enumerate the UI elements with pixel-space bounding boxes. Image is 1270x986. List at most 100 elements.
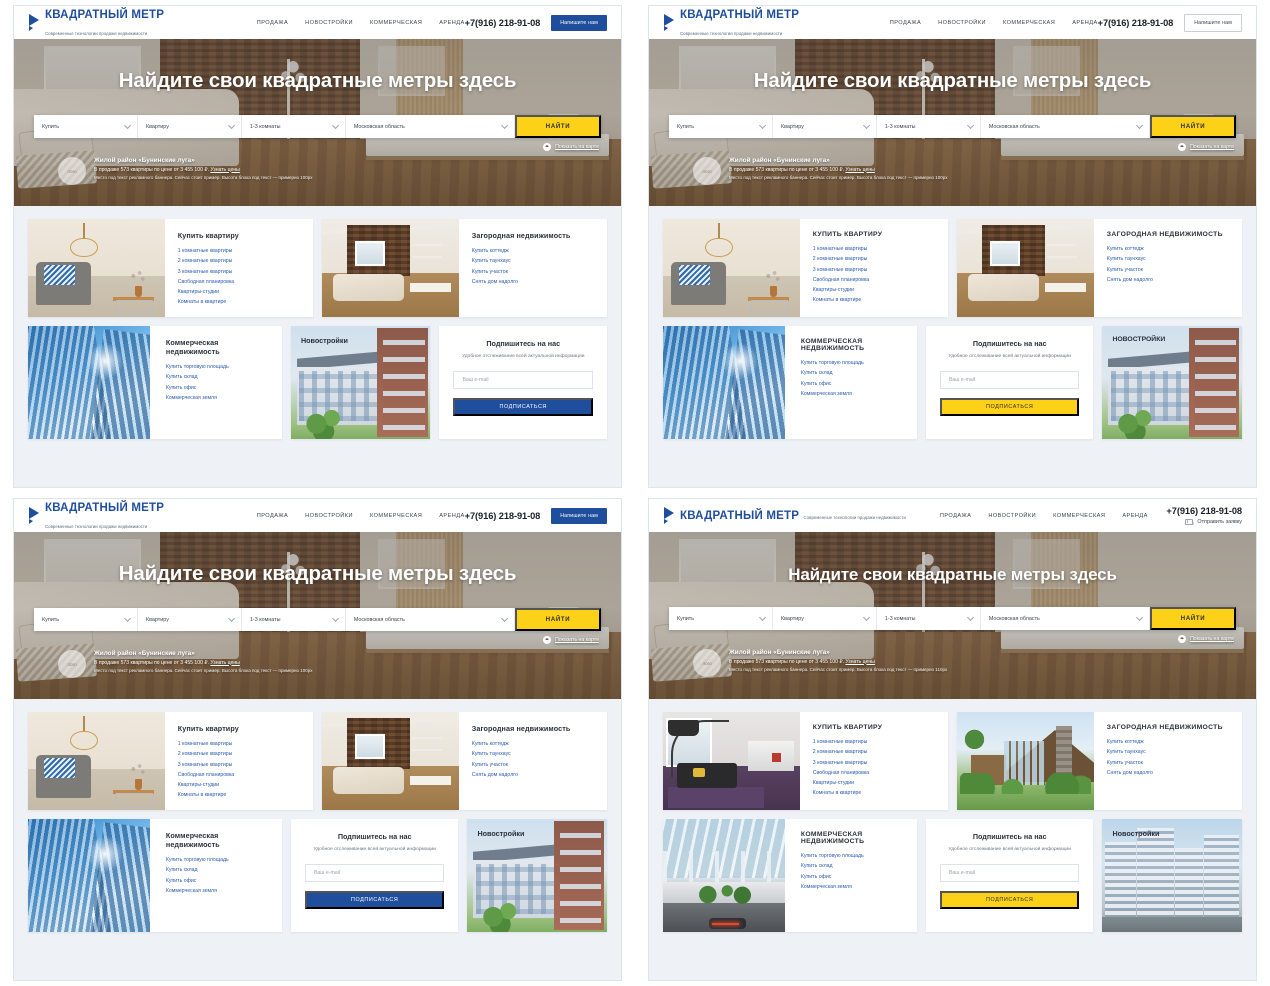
nav-item-arenda[interactable]: АРЕНДА (439, 513, 464, 519)
logo[interactable]: КВАДРАТНЫЙ МЕТР Современные технологии п… (663, 6, 856, 39)
card-buy-apartment[interactable]: Купить квартиру 1 комнатные квартиры 2 к… (663, 712, 948, 810)
subscribe-email-input[interactable]: Ваш e-mail (939, 864, 1080, 883)
phone-number[interactable]: +7(916) 218-91-08 (465, 18, 541, 28)
list-item[interactable]: 3 комнатные квартиры (813, 267, 937, 273)
property-type-select[interactable]: Квартиру (773, 115, 877, 138)
region-select[interactable]: Московская область (981, 115, 1151, 138)
nav-item-novostroyki[interactable]: НОВОСТРОЙКИ (988, 513, 1036, 519)
promo-price-link[interactable]: Узнать цены (845, 167, 874, 173)
list-item[interactable]: Снять дом надолго (472, 279, 596, 285)
list-item[interactable]: Снять дом надолго (1107, 277, 1231, 283)
list-item[interactable]: Купить склад (801, 863, 906, 869)
property-type-select[interactable]: Квартиру (138, 115, 242, 138)
list-item[interactable]: Купить коттедж (1107, 246, 1231, 252)
list-item[interactable]: Купить коттедж (1107, 739, 1231, 745)
list-item[interactable]: Квартиры-студии (178, 782, 302, 788)
subscribe-email-input[interactable]: Ваш e-mail (453, 371, 593, 390)
card-new-buildings[interactable]: Новостройки (290, 326, 431, 439)
card-country-property[interactable]: Загородная недвижимость Купить коттедж К… (322, 712, 607, 810)
list-item[interactable]: Комнаты в квартире (813, 297, 937, 303)
list-item[interactable]: Комнаты в квартире (178, 299, 302, 305)
list-item[interactable]: Свободная планировка (178, 772, 302, 778)
list-item[interactable]: Купить офис (801, 874, 906, 880)
subscribe-button[interactable]: ПОДПИСАТЬСЯ (939, 891, 1080, 910)
show-on-map-link[interactable]: Показать на карте (1178, 143, 1234, 151)
write-to-us-button[interactable]: Напишите нам (551, 507, 607, 524)
promo-price-link[interactable]: Узнать цены (845, 659, 874, 665)
card-commercial-property[interactable]: Коммерческая недвижимость Купить торгову… (663, 326, 917, 439)
deal-type-select[interactable]: Купить (34, 608, 138, 631)
card-country-property[interactable]: Загородная недвижимость Купить коттедж К… (957, 712, 1242, 810)
list-item[interactable]: 2 комнатные квартиры (813, 749, 937, 755)
show-on-map-link[interactable]: Показать на карте (1178, 635, 1234, 643)
property-type-select[interactable]: Квартиру (773, 607, 877, 630)
list-item[interactable]: Купить участок (1107, 267, 1231, 273)
list-item[interactable]: 3 комнатные квартиры (178, 269, 302, 275)
list-item[interactable]: Коммерческая земля (801, 884, 906, 890)
list-item[interactable]: Свободная планировка (813, 277, 937, 283)
list-item[interactable]: 1 комнатные квартиры (813, 246, 937, 252)
list-item[interactable]: Снять дом надолго (472, 772, 596, 778)
promo-price-link[interactable]: Узнать цены (210, 167, 239, 173)
rooms-select[interactable]: 1-3 комнаты (877, 115, 981, 138)
card-country-property[interactable]: Загородная недвижимость Купить коттедж К… (322, 219, 607, 317)
promo-price-link[interactable]: Узнать цены (210, 660, 239, 666)
list-item[interactable]: Купить торговую площадь (801, 360, 906, 366)
nav-item-prodazha[interactable]: ПРОДАЖА (257, 20, 288, 26)
list-item[interactable]: 3 комнатные квартиры (178, 762, 302, 768)
list-item[interactable]: Купить склад (166, 867, 271, 873)
card-commercial-property[interactable]: Коммерческая недвижимость Купить торгову… (28, 819, 282, 932)
write-to-us-button[interactable]: Напишите нам (551, 14, 607, 31)
send-request-link[interactable]: Отправить заявку (1185, 519, 1242, 525)
nav-item-kommercheskaya[interactable]: КОММЕРЧЕСКАЯ (370, 513, 422, 519)
rooms-select[interactable]: 1-3 комнаты (242, 115, 346, 138)
list-item[interactable]: 1 комнатные квартиры (178, 248, 302, 254)
card-buy-apartment[interactable]: Купить квартиру 1 комнатные квартиры 2 к… (663, 219, 948, 317)
list-item[interactable]: 1 комнатные квартиры (813, 739, 937, 745)
nav-item-arenda[interactable]: АРЕНДА (439, 20, 464, 26)
nav-item-kommercheskaya[interactable]: КОММЕРЧЕСКАЯ (370, 20, 422, 26)
property-type-select[interactable]: Квартиру (138, 608, 242, 631)
region-select[interactable]: Московская область (346, 608, 516, 631)
nav-item-prodazha[interactable]: ПРОДАЖА (940, 513, 971, 519)
list-item[interactable]: 2 комнатные квартиры (178, 258, 302, 264)
nav-item-prodazha[interactable]: ПРОДАЖА (890, 20, 921, 26)
deal-type-select[interactable]: Купить (669, 607, 773, 630)
search-submit-button[interactable]: НАЙТИ (1150, 607, 1237, 630)
logo[interactable]: КВАДРАТНЫЙ МЕТР Современные технологии п… (663, 507, 906, 524)
list-item[interactable]: Купить коттедж (472, 741, 596, 747)
rooms-select[interactable]: 1-3 комнаты (877, 607, 981, 630)
search-submit-button[interactable]: НАЙТИ (515, 115, 602, 138)
list-item[interactable]: Купить торговую площадь (166, 364, 271, 370)
card-commercial-property[interactable]: Коммерческая недвижимость Купить торгову… (663, 819, 917, 932)
list-item[interactable]: Купить склад (801, 370, 906, 376)
region-select[interactable]: Московская область (346, 115, 516, 138)
card-buy-apartment[interactable]: Купить квартиру 1 комнатные квартиры 2 к… (28, 712, 313, 810)
list-item[interactable]: 3 комнатные квартиры (813, 760, 937, 766)
list-item[interactable]: Коммерческая земля (166, 395, 271, 401)
subscribe-button[interactable]: ПОДПИСАТЬСЯ (939, 398, 1080, 417)
card-country-property[interactable]: Загородная недвижимость Купить коттедж К… (957, 219, 1242, 317)
list-item[interactable]: Купить офис (166, 878, 271, 884)
card-buy-apartment[interactable]: Купить квартиру 1 комнатные квартиры 2 к… (28, 219, 313, 317)
nav-item-kommercheskaya[interactable]: КОММЕРЧЕСКАЯ (1003, 20, 1055, 26)
list-item[interactable]: Комнаты в квартире (813, 790, 937, 796)
logo[interactable]: КВАДРАТНЫЙ МЕТР Современные технологии п… (28, 6, 223, 39)
deal-type-select[interactable]: Купить (669, 115, 773, 138)
nav-item-novostroyki[interactable]: НОВОСТРОЙКИ (938, 20, 986, 26)
list-item[interactable]: Свободная планировка (178, 279, 302, 285)
search-submit-button[interactable]: НАЙТИ (1150, 115, 1237, 138)
list-item[interactable]: Купить офис (166, 385, 271, 391)
nav-item-kommercheskaya[interactable]: КОММЕРЧЕСКАЯ (1053, 513, 1105, 519)
list-item[interactable]: Купить офис (801, 381, 906, 387)
list-item[interactable]: Свободная планировка (813, 770, 937, 776)
show-on-map-link[interactable]: Показать на карте (543, 636, 599, 644)
list-item[interactable]: Квартиры-студии (178, 289, 302, 295)
card-new-buildings[interactable]: Новостройки (467, 819, 607, 932)
card-new-buildings[interactable]: Новостройки (1102, 819, 1242, 932)
list-item[interactable]: Комнаты в квартире (178, 792, 302, 798)
nav-item-arenda[interactable]: АРЕНДА (1072, 20, 1097, 26)
list-item[interactable]: Снять дом надолго (1107, 770, 1231, 776)
region-select[interactable]: Московская область (981, 607, 1151, 630)
list-item[interactable]: Купить участок (472, 762, 596, 768)
